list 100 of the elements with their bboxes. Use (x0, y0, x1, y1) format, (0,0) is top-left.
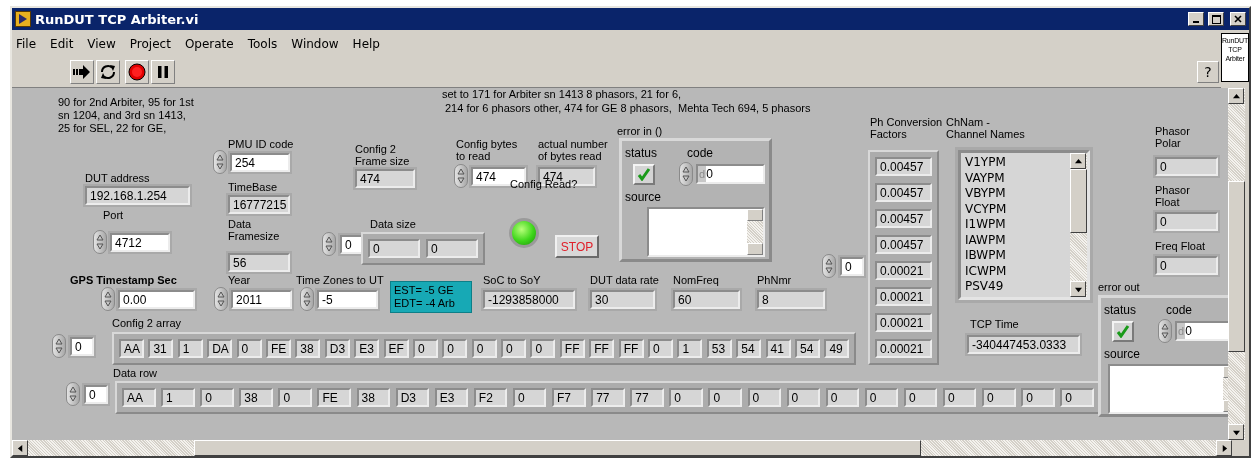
array-element: DA (207, 339, 233, 358)
menu-item[interactable]: Edit (50, 36, 74, 51)
array-element: 0.00457 (875, 209, 932, 228)
array-element: 0 (512, 388, 547, 407)
index-field[interactable]: 0 (84, 385, 108, 404)
up-down-arrows-icon (303, 290, 311, 308)
menu-item[interactable]: View (87, 36, 116, 51)
spinner-control[interactable] (66, 382, 80, 406)
menu-item[interactable]: Window (291, 36, 339, 51)
array-element: 0 (825, 388, 860, 407)
array-element: 0 (786, 388, 821, 407)
numeric-field[interactable]: 0.00 (118, 290, 195, 309)
listbox-item[interactable]: VCYPM (965, 201, 1066, 217)
spinner-control[interactable] (300, 287, 314, 311)
menu-item[interactable]: Tools (247, 36, 278, 51)
spinner-control[interactable] (454, 164, 468, 188)
index-field[interactable]: 0 (340, 235, 364, 254)
pause-button[interactable] (151, 60, 175, 84)
close-icon (1234, 15, 1242, 23)
array-element: AA (119, 339, 144, 358)
numeric-indicator: 0 (1155, 256, 1218, 275)
array-element: FE (265, 339, 291, 358)
spinner-control[interactable] (679, 162, 693, 186)
spinner-control[interactable] (1158, 319, 1172, 343)
spinner-control[interactable] (101, 287, 115, 311)
up-down-arrows-icon (55, 337, 63, 355)
array-element: D3 (395, 388, 430, 407)
abort-button[interactable] (125, 60, 149, 84)
listbox-item[interactable]: ICWPM (965, 263, 1066, 279)
numeric-indicator: 8 (757, 290, 825, 309)
array-element: 0 (747, 388, 781, 407)
numeric-field[interactable]: 254 (230, 153, 290, 172)
menu-item[interactable]: File (16, 36, 37, 51)
spinner-control[interactable] (822, 254, 836, 278)
up-arrow-icon (1232, 92, 1240, 100)
close-button[interactable] (1230, 12, 1246, 26)
listbox-item[interactable]: IBWPM (965, 248, 1066, 264)
listbox-item[interactable]: IAWPM (965, 232, 1066, 248)
index-field[interactable]: 0 (840, 257, 864, 276)
numeric-indicator: 0 (1155, 212, 1218, 231)
minimize-button[interactable] (1188, 12, 1204, 26)
listbox-item[interactable]: V1YPM (965, 155, 1066, 171)
scrollbar[interactable] (1070, 153, 1087, 297)
spinner-control[interactable] (213, 150, 227, 174)
menu-item[interactable]: Help (352, 36, 380, 51)
array-element: AA (122, 388, 156, 407)
up-down-arrows-icon (682, 165, 690, 183)
array-element: 1 (161, 388, 195, 407)
array-element: 0 (368, 239, 420, 258)
numeric-indicator: 60 (673, 290, 740, 309)
array-element: 0.00021 (875, 313, 932, 332)
run-button[interactable] (70, 60, 94, 84)
maximize-icon (1211, 14, 1221, 24)
status-label: status (625, 146, 658, 160)
array-element: 54 (736, 339, 762, 358)
spinner-control[interactable] (93, 230, 107, 254)
numeric-indicator: 0 (1155, 157, 1218, 176)
up-down-arrows-icon (104, 290, 112, 308)
array-element: D3 (324, 339, 350, 358)
run-continuously-button[interactable] (96, 60, 120, 84)
control-label: actual number of bytes read (538, 138, 608, 162)
array-element: 1 (177, 339, 203, 358)
spinner-control[interactable] (322, 232, 336, 256)
note-text: 214 for 6 phasors other, 474 for GE 8 phasors, Mehta Tech 694, 5 phasors (445, 102, 811, 115)
time-zone-note: EST= -5 GE EDT= -4 Arb (390, 281, 472, 313)
array-element: 38 (295, 339, 321, 358)
array-element: 0 (200, 388, 234, 407)
listbox-item[interactable]: I1WPM (965, 217, 1066, 233)
numeric-field[interactable]: 4712 (110, 233, 170, 252)
down-arrow-icon (1074, 285, 1082, 293)
array-element: FE (317, 388, 351, 407)
numeric-field[interactable]: 2011 (231, 290, 292, 309)
control-label: NomFreq (673, 274, 719, 286)
array-element: 54 (795, 339, 820, 358)
array-element: 0 (942, 388, 977, 407)
maximize-button[interactable] (1208, 12, 1224, 26)
source-label: source (1104, 347, 1142, 361)
spinner-control[interactable] (52, 334, 66, 358)
listbox-item[interactable]: PSV49 (965, 279, 1066, 295)
scroll-left-button[interactable] (12, 440, 28, 456)
menu-item[interactable]: Operate (184, 36, 234, 51)
control-label: PhNmr (757, 274, 792, 286)
control-label: DUT data rate (590, 274, 659, 286)
listbox-item[interactable]: VAYPM (965, 170, 1066, 186)
array-element: 38 (239, 388, 273, 407)
numeric-field[interactable]: -5 (317, 290, 378, 309)
control-label: GPS Timestamp Sec (70, 274, 177, 286)
array-element: F2 (473, 388, 508, 407)
up-down-arrows-icon (825, 257, 833, 275)
listbox-item[interactable]: VBYPM (965, 186, 1066, 202)
array-element: 0 (236, 339, 262, 358)
scroll-right-button[interactable] (1216, 440, 1232, 456)
spinner-control[interactable] (214, 287, 228, 311)
index-field[interactable]: 0 (70, 337, 94, 356)
up-down-arrows-icon (325, 235, 333, 253)
vertical-scrollbar[interactable] (1228, 88, 1245, 440)
menu-item[interactable]: Project (129, 36, 171, 51)
help-button[interactable]: ? (1197, 61, 1219, 83)
source-label: source (625, 190, 663, 204)
control-label: Config 2 Frame size (355, 143, 410, 167)
